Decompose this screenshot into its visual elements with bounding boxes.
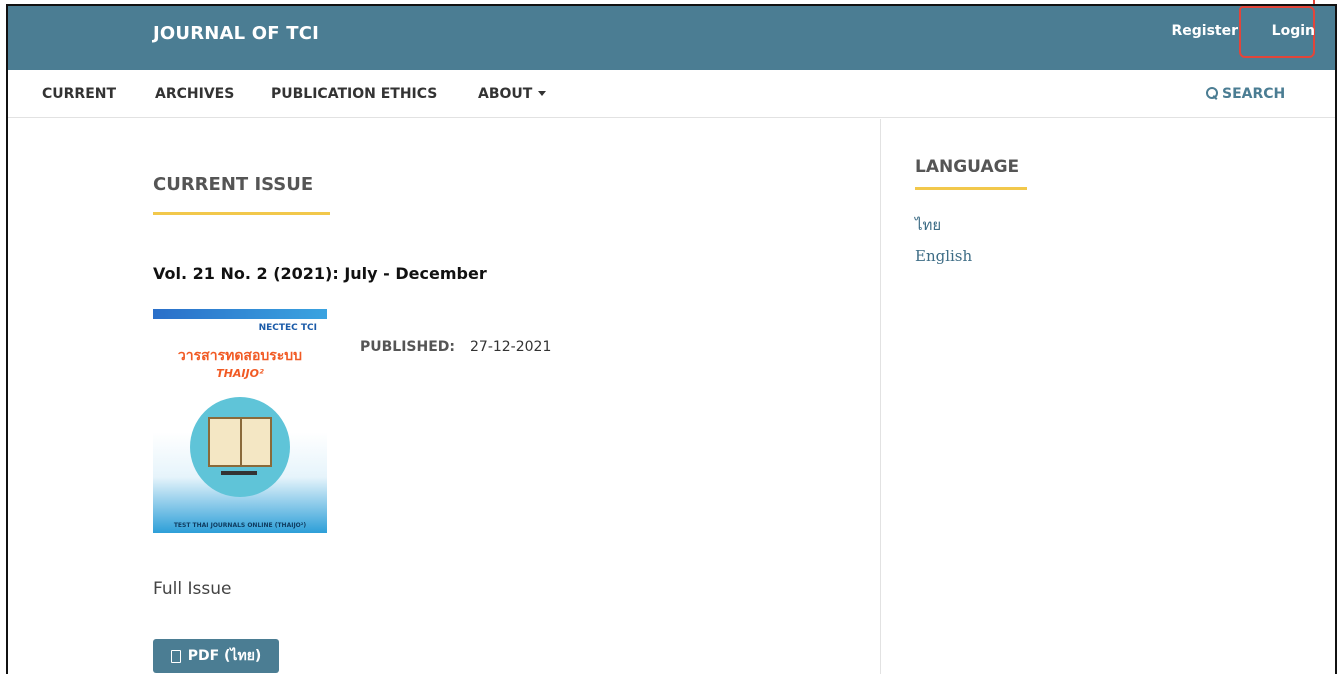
chevron-down-icon [538, 91, 547, 96]
published-label: PUBLISHED: [360, 339, 456, 355]
login-link[interactable]: Login [1272, 23, 1315, 39]
cover-logos: NECTEC TCI [258, 323, 317, 333]
register-link[interactable]: Register [1171, 23, 1238, 39]
nav-item-about[interactable]: ABOUT [478, 86, 547, 102]
highlight-marker [1313, 0, 1315, 4]
page-title: CURRENT ISSUE [153, 174, 314, 195]
pdf-button-label: PDF (ไทย) [187, 648, 262, 664]
search-label: SEARCH [1222, 86, 1286, 102]
monitor-stand-icon [221, 471, 257, 475]
search-icon [1206, 87, 1218, 99]
book-icon [208, 417, 272, 467]
language-heading-underline [915, 187, 1027, 190]
cover-thai-title: วารสารทดสอบระบบ [177, 348, 303, 364]
nav-item-current[interactable]: CURRENT [42, 86, 116, 102]
nav-item-archives[interactable]: ARCHIVES [155, 86, 234, 102]
cover-footer-text: TEST THAI JOURNALS ONLINE (THAIJO²) [173, 522, 307, 529]
language-link-english[interactable]: English [915, 247, 972, 265]
pdf-icon [170, 649, 181, 663]
issue-cover-image[interactable]: NECTEC TCI วารสารทดสอบระบบ THAIJO² TEST … [153, 309, 327, 533]
site-title[interactable]: JOURNAL OF TCI [153, 23, 319, 44]
language-heading: LANGUAGE [915, 157, 1020, 177]
nav-item-publication-ethics[interactable]: PUBLICATION ETHICS [271, 86, 437, 102]
cover-thaijo-label: THAIJO² [216, 367, 264, 380]
issue-title[interactable]: Vol. 21 No. 2 (2021): July - December [153, 264, 487, 283]
full-issue-label: Full Issue [153, 579, 232, 599]
nav-item-about-label: ABOUT [478, 86, 533, 102]
page-frame: JOURNAL OF TCI Register Login CURRENT AR… [6, 4, 1337, 674]
primary-nav: CURRENT ARCHIVES PUBLICATION ETHICS ABOU… [8, 70, 1335, 118]
main-content: CURRENT ISSUE Vol. 21 No. 2 (2021): July… [8, 119, 880, 674]
pdf-thai-button[interactable]: PDF (ไทย) [153, 639, 279, 673]
cover-top-strip [153, 309, 327, 319]
heading-underline [153, 212, 330, 215]
published-date: 27-12-2021 [470, 339, 552, 355]
language-link-thai[interactable]: ไทย [915, 213, 941, 237]
sidebar: LANGUAGE ไทย English [881, 119, 1335, 674]
site-header: JOURNAL OF TCI Register Login [8, 6, 1335, 70]
search-link[interactable]: SEARCH [1206, 86, 1285, 102]
